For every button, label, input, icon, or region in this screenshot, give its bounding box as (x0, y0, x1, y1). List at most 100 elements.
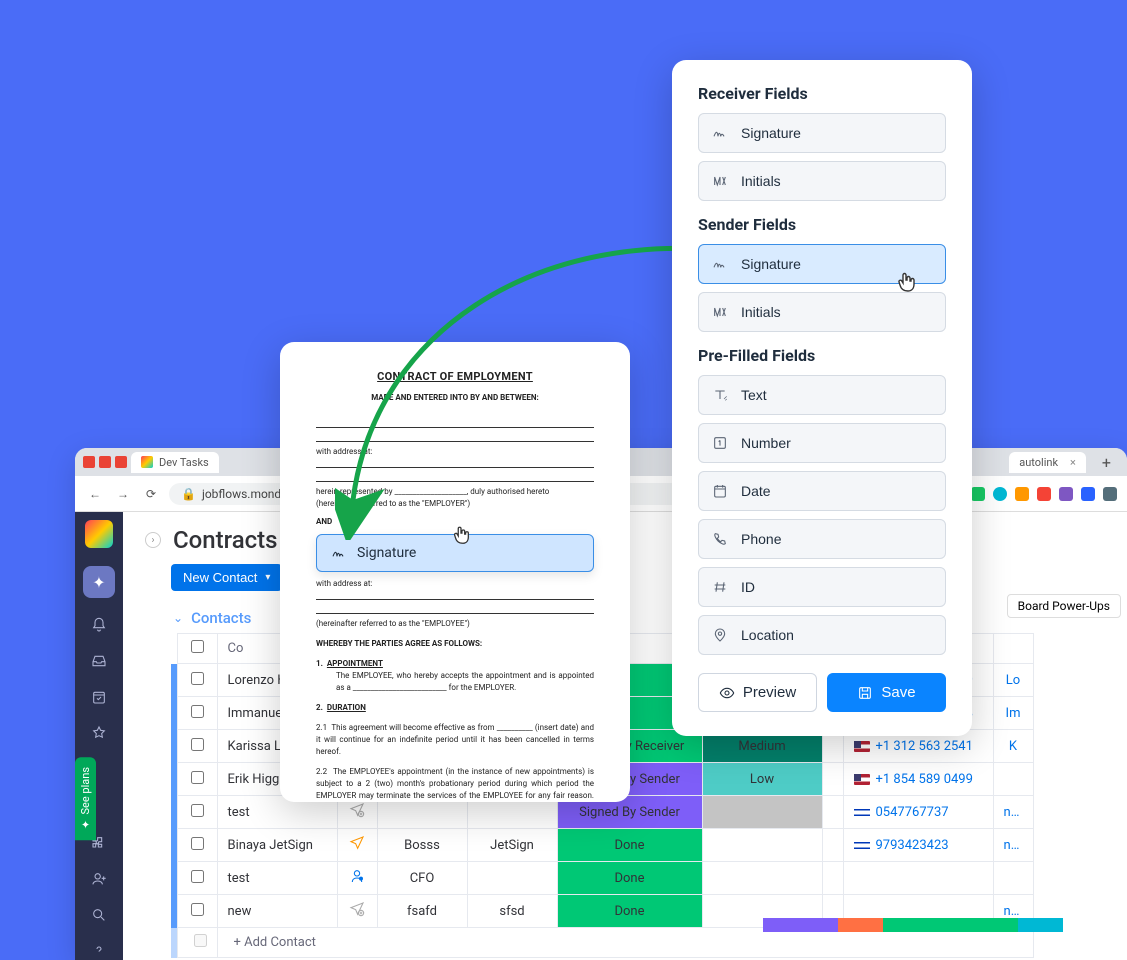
tab-favicon[interactable] (83, 456, 95, 468)
status-cell[interactable]: Done (557, 829, 702, 862)
field-label: Signature (741, 256, 801, 272)
contact-name[interactable]: new (217, 895, 337, 928)
row-checkbox[interactable] (177, 862, 217, 895)
link-cell[interactable]: niro (993, 796, 1033, 829)
signature-drop-target[interactable]: Signature (316, 534, 594, 572)
priority-cell[interactable]: Low (702, 763, 822, 796)
monday-logo[interactable] (85, 520, 113, 548)
collapse-handle[interactable]: › (145, 532, 161, 548)
row-checkbox[interactable] (177, 895, 217, 928)
section-header: Pre-Filled Fields (698, 346, 946, 365)
star-icon[interactable] (90, 724, 108, 742)
company-cell[interactable]: sfsd (467, 895, 557, 928)
extension-icon[interactable] (1037, 487, 1051, 501)
field-signature[interactable]: Signature (698, 113, 946, 153)
field-initials[interactable]: Initials (698, 161, 946, 201)
tab-favicon[interactable] (99, 456, 111, 468)
field-number[interactable]: Number (698, 423, 946, 463)
fields-panel: Receiver Fields SignatureInitials Sender… (672, 60, 972, 736)
field-label: Phone (741, 531, 781, 547)
row-checkbox[interactable] (177, 763, 217, 796)
phone-cell[interactable] (843, 862, 993, 895)
extension-icon[interactable] (993, 487, 1007, 501)
extension-icon[interactable] (1103, 487, 1117, 501)
status-cell[interactable]: Done (557, 895, 702, 928)
link-cell[interactable] (993, 763, 1033, 796)
priority-cell[interactable] (702, 862, 822, 895)
title-cell[interactable]: Bosss (377, 829, 467, 862)
row-checkbox[interactable] (177, 697, 217, 730)
company-cell[interactable] (467, 862, 557, 895)
contact-name[interactable]: Binaya JetSign (217, 829, 337, 862)
initials-icon (711, 172, 729, 190)
link-cell[interactable]: Lo (993, 664, 1033, 697)
forward-icon[interactable]: → (113, 487, 133, 501)
field-date[interactable]: Date (698, 471, 946, 511)
status-icon[interactable] (337, 895, 377, 928)
field-signature[interactable]: Signature (698, 244, 946, 284)
back-icon[interactable]: ← (85, 487, 105, 501)
search-icon[interactable] (90, 906, 108, 924)
select-all-checkbox[interactable] (177, 634, 217, 664)
priority-cell[interactable] (702, 796, 822, 829)
document-preview-card: CONTRACT OF EMPLOYMENT MADE AND ENTERED … (280, 342, 630, 802)
link-cell[interactable] (993, 862, 1033, 895)
location-icon (711, 626, 729, 644)
status-icon[interactable] (337, 829, 377, 862)
invite-icon[interactable] (90, 870, 108, 888)
tab-favicon[interactable] (115, 456, 127, 468)
field-phone[interactable]: Phone (698, 519, 946, 559)
phone-cell[interactable]: 0547767737 (843, 796, 993, 829)
table-row[interactable]: Binaya JetSign Bosss JetSign Done 979342… (171, 829, 1033, 862)
browser-tab[interactable]: autolink × (1009, 452, 1086, 473)
text-icon (711, 386, 729, 404)
field-text[interactable]: Text (698, 375, 946, 415)
extension-icon[interactable] (971, 487, 985, 501)
field-id[interactable]: ID (698, 567, 946, 607)
new-contact-button[interactable]: New Contact (171, 564, 282, 591)
see-plans-button[interactable]: ✦ See plans (75, 757, 96, 840)
new-tab-button[interactable]: + (1094, 453, 1119, 472)
title-cell[interactable]: fsafd (377, 895, 467, 928)
reload-icon[interactable]: ⟳ (141, 487, 161, 501)
phone-cell[interactable]: +1 854 589 0499 (843, 763, 993, 796)
add-contact-row[interactable]: + Add Contact (171, 928, 1033, 958)
field-label: Initials (741, 304, 781, 320)
field-location[interactable]: Location (698, 615, 946, 655)
workspace-icon[interactable]: ✦ (83, 566, 115, 598)
help-icon[interactable] (90, 942, 108, 960)
link-cell[interactable]: niro+ (993, 829, 1033, 862)
calendar-icon[interactable] (90, 688, 108, 706)
signature-icon (331, 545, 347, 561)
status-summary-bar (763, 918, 1063, 932)
status-cell[interactable]: Done (557, 862, 702, 895)
extension-icon[interactable] (1081, 487, 1095, 501)
table-row[interactable]: test CFO Done (171, 862, 1033, 895)
preview-button[interactable]: Preview (698, 673, 817, 712)
row-checkbox[interactable] (177, 730, 217, 763)
company-cell[interactable]: JetSign (467, 829, 557, 862)
browser-tab[interactable]: Dev Tasks (131, 452, 219, 473)
save-button[interactable]: Save (827, 673, 946, 712)
close-icon[interactable]: × (1070, 456, 1076, 469)
link-cell[interactable]: K (993, 730, 1033, 763)
board-powerups-button[interactable]: Board Power-Ups (1007, 594, 1121, 618)
extension-icon[interactable] (1059, 487, 1073, 501)
row-checkbox[interactable] (177, 829, 217, 862)
contact-name[interactable]: test (217, 862, 337, 895)
extension-icon[interactable] (1015, 487, 1029, 501)
signature-icon (711, 124, 729, 142)
row-checkbox[interactable] (177, 796, 217, 829)
inbox-icon[interactable] (90, 652, 108, 670)
priority-cell[interactable] (702, 829, 822, 862)
link-cell[interactable]: Im (993, 697, 1033, 730)
status-icon[interactable] (337, 862, 377, 895)
pointer-cursor-icon (450, 524, 472, 551)
title-cell[interactable]: CFO (377, 862, 467, 895)
bell-icon[interactable] (90, 616, 108, 634)
field-label: Initials (741, 173, 781, 189)
row-checkbox[interactable] (177, 664, 217, 697)
save-icon (857, 685, 873, 701)
phone-cell[interactable]: 9793423423 (843, 829, 993, 862)
field-initials[interactable]: Initials (698, 292, 946, 332)
